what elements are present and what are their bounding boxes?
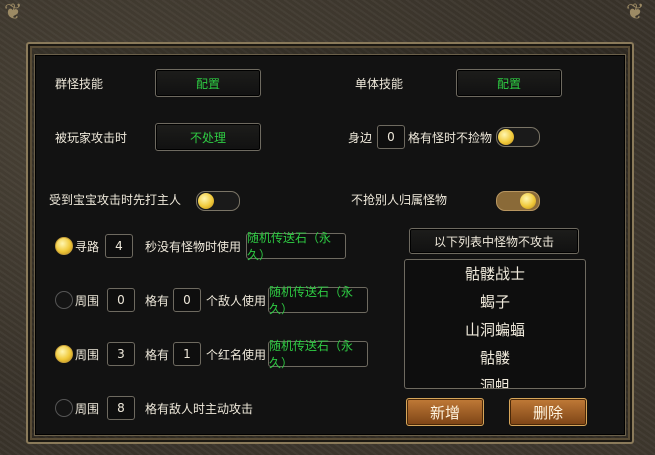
list-item[interactable]: 骷髅战士 xyxy=(405,260,585,288)
no-loot-others-toggle[interactable] xyxy=(496,191,540,211)
attacked-by-player-select[interactable]: 不处理 xyxy=(155,123,261,151)
range-enemy-range-input[interactable]: 0 xyxy=(107,288,135,312)
add-monster-button[interactable]: 新增 xyxy=(406,398,484,426)
range-attack-text: 格有敌人时主动攻击 xyxy=(145,402,254,416)
no-pickup-toggle[interactable] xyxy=(496,127,540,147)
range-red-text: 个红名使用 xyxy=(206,348,267,362)
range-enemy-label: 周围 xyxy=(75,294,100,308)
settings-panel: 群怪技能 配置 单体技能 配置 被玩家攻击时 不处理 身边 0 格有怪时不捡物 … xyxy=(34,54,626,436)
range-enemy-item-select[interactable]: 随机传送石（永久） xyxy=(268,285,368,316)
pet-attack-toggle[interactable] xyxy=(196,191,240,211)
range-red-radio[interactable] xyxy=(55,345,73,363)
range-enemy-mid: 格有 xyxy=(145,294,170,308)
range-enemy-radio[interactable] xyxy=(55,291,73,309)
range-enemy-text: 个敌人使用 xyxy=(206,294,267,308)
range-red-label: 周围 xyxy=(75,348,100,362)
group-skill-config-button[interactable]: 配置 xyxy=(155,69,261,97)
pathfind-seconds-input[interactable]: 4 xyxy=(105,234,133,258)
list-item[interactable]: 蝎子 xyxy=(405,288,585,316)
toggle-knob xyxy=(520,193,536,209)
nearby-suffix-label: 格有怪时不捡物 xyxy=(408,131,493,145)
range-attack-label: 周围 xyxy=(75,402,100,416)
range-attack-radio[interactable] xyxy=(55,399,73,417)
no-loot-others-label: 不抢别人归属怪物 xyxy=(351,193,448,207)
pathfind-label: 寻路 xyxy=(75,240,100,254)
range-red-mid: 格有 xyxy=(145,348,170,362)
pathfind-radio[interactable] xyxy=(55,237,73,255)
toggle-knob xyxy=(198,193,214,209)
group-skill-label: 群怪技能 xyxy=(55,77,104,91)
toggle-knob xyxy=(498,129,514,145)
monster-list-header-button[interactable]: 以下列表中怪物不攻击 xyxy=(409,228,579,254)
single-skill-config-button[interactable]: 配置 xyxy=(456,69,562,97)
pathfind-text: 秒没有怪物时使用 xyxy=(145,240,242,254)
pet-attack-label: 受到宝宝攻击时先打主人 xyxy=(49,193,182,207)
corner-ornament-icon: ❦ xyxy=(626,0,645,25)
list-item[interactable]: 骷髅 xyxy=(405,344,585,372)
delete-monster-button[interactable]: 删除 xyxy=(509,398,587,426)
range-red-count-input[interactable]: 1 xyxy=(173,342,201,366)
list-item[interactable]: 山洞蝙蝠 xyxy=(405,316,585,344)
single-skill-label: 单体技能 xyxy=(355,77,404,91)
monster-list[interactable]: 骷髅战士 蝎子 山洞蝙蝠 骷髅 洞蛆 xyxy=(404,259,586,389)
range-attack-range-input[interactable]: 8 xyxy=(107,396,135,420)
attacked-by-player-label: 被玩家攻击时 xyxy=(55,131,128,145)
range-red-item-select[interactable]: 随机传送石（永久） xyxy=(268,339,368,370)
list-item[interactable]: 洞蛆 xyxy=(405,372,585,388)
nearby-range-input[interactable]: 0 xyxy=(377,125,405,149)
corner-ornament-icon: ❦ xyxy=(4,0,23,25)
range-enemy-count-input[interactable]: 0 xyxy=(173,288,201,312)
range-red-range-input[interactable]: 3 xyxy=(107,342,135,366)
pathfind-item-select[interactable]: 随机传送石（永久） xyxy=(246,231,346,262)
nearby-prefix-label: 身边 xyxy=(348,131,373,145)
